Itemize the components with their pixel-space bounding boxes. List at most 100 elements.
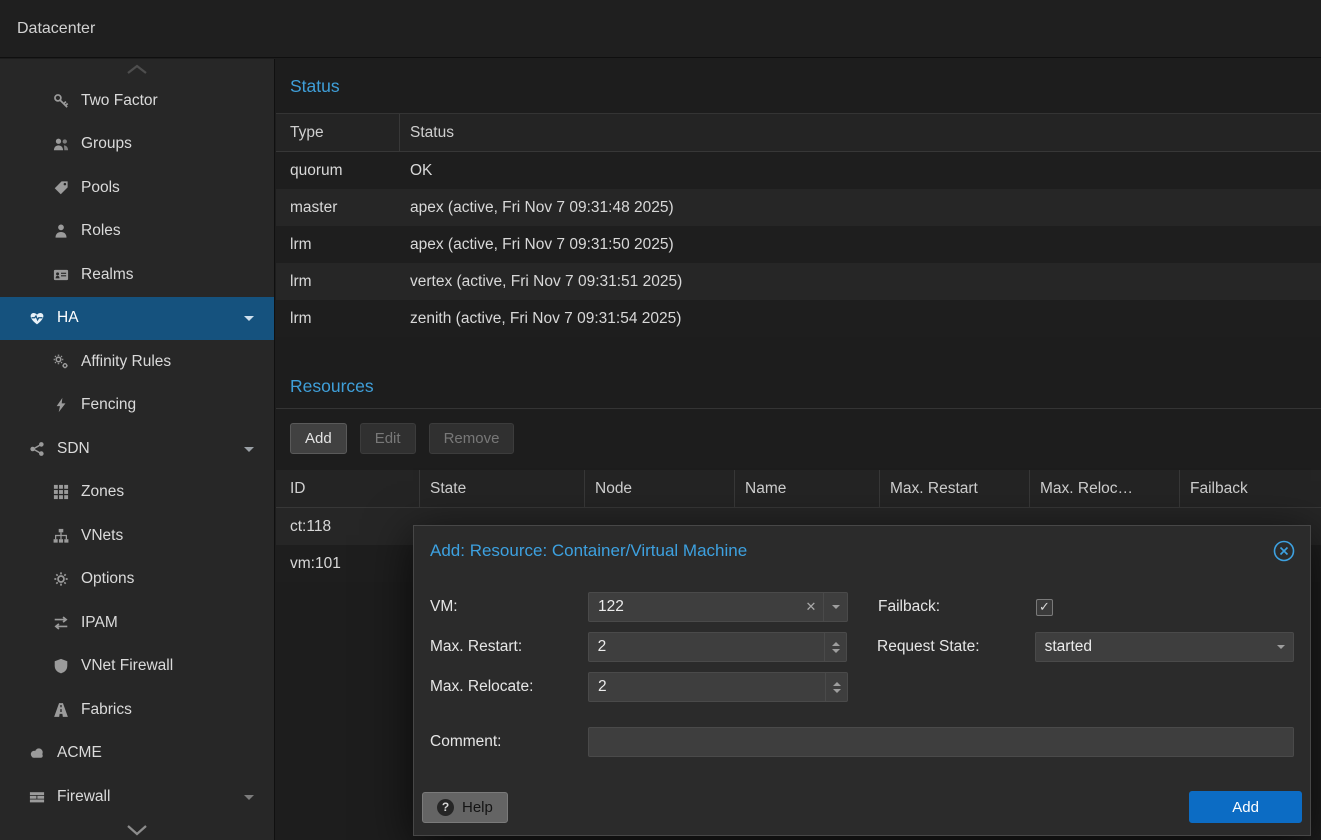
chevron-down-icon[interactable] [823,593,847,621]
add-resource-dialog: Add: Resource: Container/Virtual Machine… [413,525,1311,836]
gears-icon [52,354,70,370]
sidebar-item-acme[interactable]: ACME [0,732,274,776]
chevron-down-icon[interactable] [1269,633,1293,661]
sidebar-item-ipam[interactable]: IPAM [0,601,274,645]
column-header-id[interactable]: ID [276,470,420,507]
sidebar-item-fabrics[interactable]: Fabrics [0,688,274,732]
user-icon [52,223,70,239]
table-row[interactable]: lrm vertex (active, Fri Nov 7 09:31:51 2… [276,263,1321,300]
status-table-header: Type Status [276,114,1321,152]
question-icon: ? [437,799,454,816]
sidebar-item-label: Zones [81,483,124,501]
sidebar-item-ha[interactable]: HA [0,297,274,341]
sidebar-item-two-factor[interactable]: Two Factor [0,79,274,123]
vm-combobox[interactable]: ✕ [588,592,848,622]
spinner-arrows-icon[interactable] [825,673,847,701]
column-header-name[interactable]: Name [735,470,880,507]
id-card-icon [52,267,70,283]
column-header-max-relocate[interactable]: Max. Reloc… [1030,470,1180,507]
network-icon [28,441,46,457]
chevron-down-icon[interactable] [244,447,254,452]
resources-toolbar: Add Edit Remove [276,409,1321,470]
status-cell: zenith (active, Fri Nov 7 09:31:54 2025) [400,300,1321,337]
chevron-down-icon[interactable] [244,316,254,321]
status-cell: apex (active, Fri Nov 7 09:31:50 2025) [400,226,1321,263]
scroll-up-icon[interactable] [123,62,151,76]
sidebar-item-label: HA [57,309,79,327]
vm-input[interactable] [589,598,799,616]
sidebar-item-realms[interactable]: Realms [0,253,274,297]
add-button-label: Add [1232,799,1259,816]
max-restart-input[interactable] [589,638,824,656]
column-header-failback[interactable]: Failback [1180,470,1321,507]
table-row[interactable]: quorum OK [276,152,1321,189]
sidebar-nav: Two Factor Groups Pools Roles [0,79,274,819]
key-icon [52,93,70,109]
sidebar-item-label: Pools [81,179,120,197]
sidebar-item-affinity-rules[interactable]: Affinity Rules [0,340,274,384]
sidebar-item-fencing[interactable]: Fencing [0,384,274,428]
chevron-down-icon[interactable] [244,795,254,800]
table-row[interactable]: master apex (active, Fri Nov 7 09:31:48 … [276,189,1321,226]
max-restart-stepper[interactable] [588,632,847,662]
sidebar-item-label: IPAM [81,614,118,632]
resources-panel-title: Resources [276,365,1321,409]
sidebar-item-label: Realms [81,266,134,284]
dialog-add-button[interactable]: Add [1189,791,1302,823]
column-header-max-restart[interactable]: Max. Restart [880,470,1030,507]
dialog-body: VM: ✕ Failback: ✓ Max. Restart: Request … [414,576,1310,787]
sidebar-item-label: VNets [81,527,123,545]
heartbeat-icon [28,310,46,326]
bolt-icon [52,397,70,413]
clear-icon[interactable]: ✕ [799,593,823,621]
sidebar-item-pools[interactable]: Pools [0,166,274,210]
sidebar-item-groups[interactable]: Groups [0,123,274,167]
help-button[interactable]: ? Help [422,792,508,823]
spinner-arrows-icon[interactable] [824,633,846,661]
add-button[interactable]: Add [290,423,347,454]
request-state-select[interactable] [1035,632,1294,662]
status-cell: apex (active, Fri Nov 7 09:31:48 2025) [400,189,1321,226]
table-row[interactable]: lrm apex (active, Fri Nov 7 09:31:50 202… [276,226,1321,263]
status-cell: vertex (active, Fri Nov 7 09:31:51 2025) [400,263,1321,300]
failback-label: Failback: [878,598,1036,616]
dialog-header: Add: Resource: Container/Virtual Machine [414,526,1310,576]
status-cell: OK [400,152,1321,189]
sidebar-item-label: Options [81,570,134,588]
sidebar-item-label: Firewall [57,788,110,806]
edit-button[interactable]: Edit [360,423,416,454]
help-button-label: Help [462,799,493,816]
sidebar-item-vnets[interactable]: VNets [0,514,274,558]
comment-field[interactable] [588,727,1294,757]
column-header-state[interactable]: State [420,470,585,507]
request-state-label: Request State: [877,638,1035,656]
id-cell: vm:101 [276,545,420,582]
sidebar-item-firewall[interactable]: Firewall [0,775,274,819]
column-header-type[interactable]: Type [276,114,400,151]
failback-checkbox[interactable]: ✓ [1036,599,1053,616]
resources-table-header: ID State Node Name Max. Restart Max. Rel… [276,470,1321,508]
comment-label: Comment: [430,733,588,751]
sidebar-item-sdn[interactable]: SDN [0,427,274,471]
sidebar-item-label: Roles [81,222,121,240]
sidebar-item-zones[interactable]: Zones [0,471,274,515]
request-state-value[interactable] [1036,638,1269,656]
table-row[interactable]: lrm zenith (active, Fri Nov 7 09:31:54 2… [276,300,1321,337]
id-cell: ct:118 [276,508,420,545]
sidebar-item-vnet-firewall[interactable]: VNet Firewall [0,645,274,689]
sidebar-item-options[interactable]: Options [0,558,274,602]
remove-button[interactable]: Remove [429,423,515,454]
scroll-down-icon[interactable] [123,822,151,838]
comment-input[interactable] [589,733,1293,751]
column-header-node[interactable]: Node [585,470,735,507]
type-cell: master [276,189,400,226]
app-window: Datacenter Two Factor Groups [0,0,1321,840]
type-cell: lrm [276,300,400,337]
sidebar: Two Factor Groups Pools Roles [0,59,275,840]
gear-icon [52,571,70,587]
close-icon[interactable] [1272,539,1296,563]
max-relocate-input[interactable] [589,678,825,696]
max-relocate-stepper[interactable] [588,672,848,702]
sidebar-item-roles[interactable]: Roles [0,210,274,254]
column-header-status[interactable]: Status [400,114,1321,151]
